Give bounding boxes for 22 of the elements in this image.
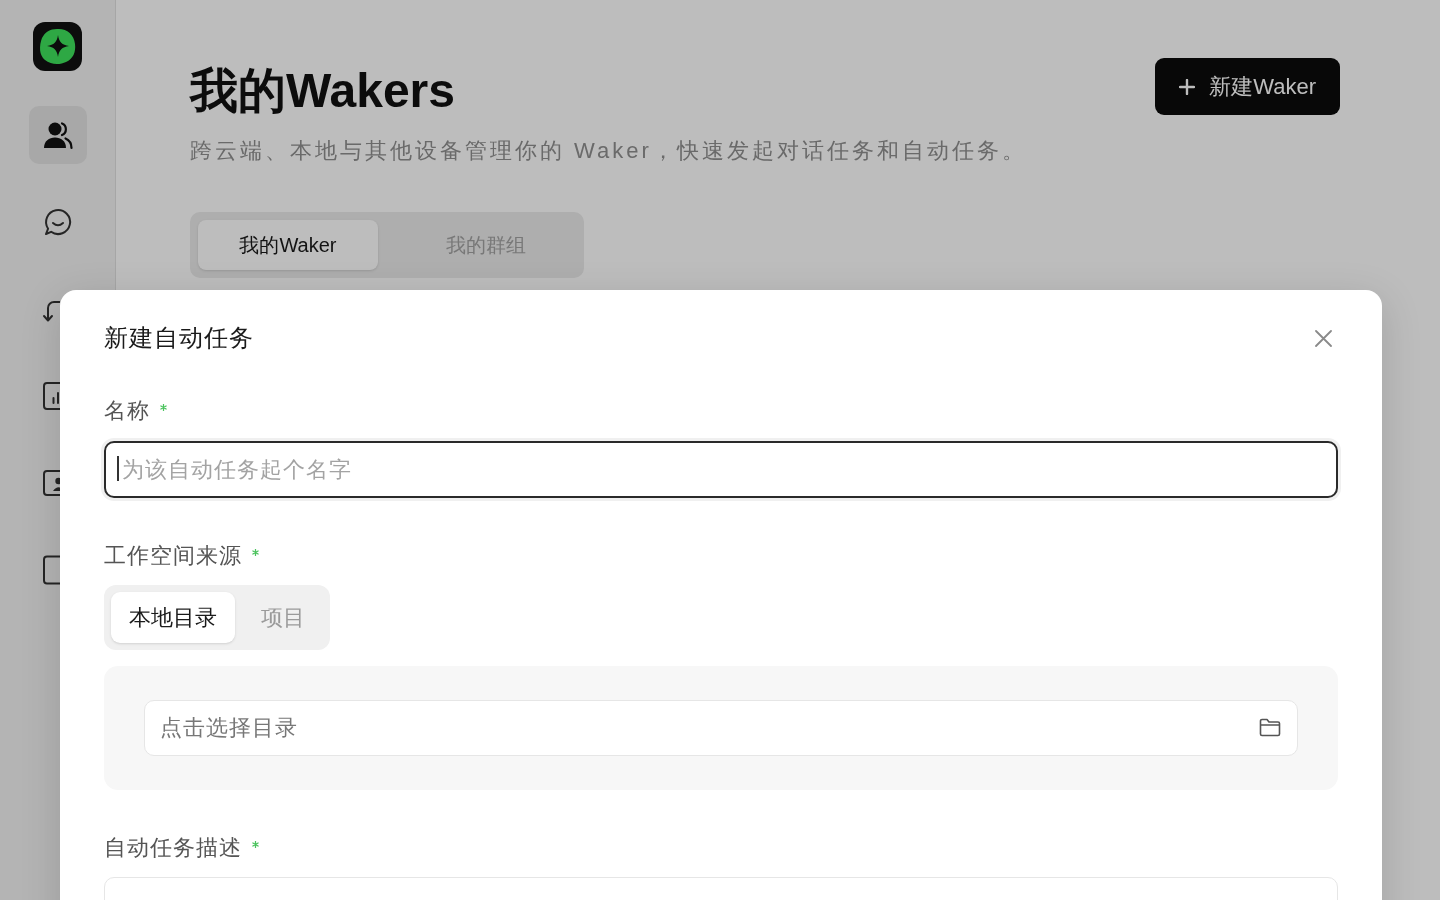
close-icon xyxy=(1314,329,1332,347)
sidebar-nav-button[interactable] xyxy=(28,106,87,164)
plus-icon xyxy=(1179,78,1196,95)
chart-icon xyxy=(42,381,60,411)
directory-picker[interactable]: 点击选择目录 xyxy=(144,700,1298,756)
folder-icon xyxy=(1259,718,1281,737)
text-caret-icon xyxy=(117,456,119,481)
page-title: 我的Wakers xyxy=(190,63,456,119)
users-icon xyxy=(42,120,73,150)
new-waker-button[interactable]: 新建Waker xyxy=(1155,58,1340,115)
tab[interactable]: 我的Waker xyxy=(198,220,378,270)
page-subtitle: 跨云端、本地与其他设备管理你的 Waker，快速发起对话任务和自动任务。 xyxy=(190,137,1027,165)
segment-tab[interactable]: 本地目录 xyxy=(111,592,235,643)
sparkle-logo-icon xyxy=(33,22,82,71)
page-icon xyxy=(42,555,60,585)
field-label: 自动任务描述 xyxy=(104,834,242,862)
person-card-icon xyxy=(42,468,60,498)
field-label: 工作空间来源 xyxy=(104,542,242,570)
dialog-title: 新建自动任务 xyxy=(104,323,254,353)
name-input[interactable]: 为该自动任务起个名字 xyxy=(104,441,1338,498)
chat-bubble-icon xyxy=(42,207,73,237)
field-label: 名称 xyxy=(104,397,150,425)
